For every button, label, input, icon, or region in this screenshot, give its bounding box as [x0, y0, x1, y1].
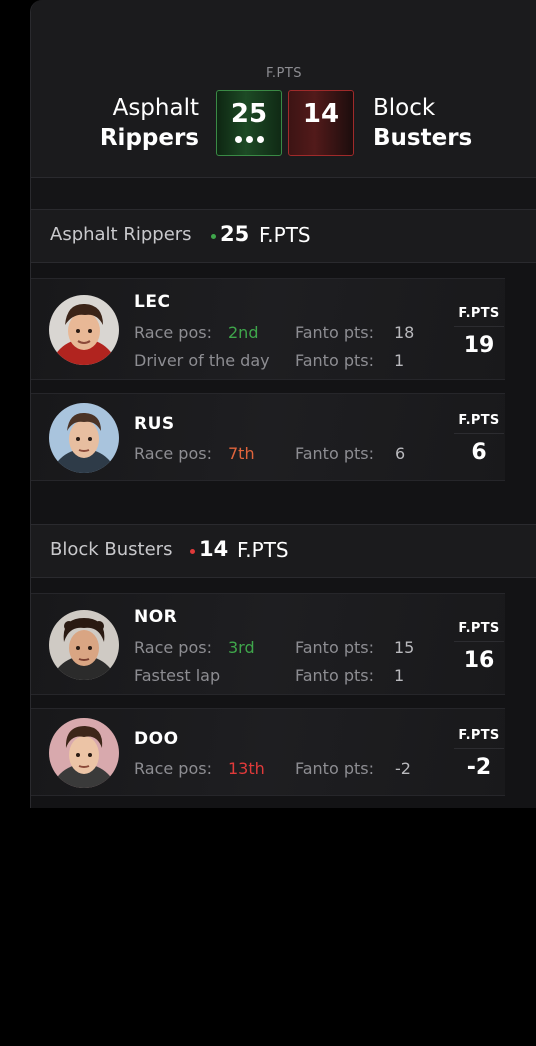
- race-pos-value: 2nd: [228, 323, 259, 342]
- driver-avatar: [49, 403, 119, 473]
- section-team-name: Asphalt Rippers: [50, 224, 192, 245]
- race-pos-value: 3rd: [228, 638, 255, 657]
- driver-card[interactable]: DOO Race pos: 13th Fanto pts: -2 F.PTS -…: [31, 708, 505, 796]
- home-score: 25: [230, 99, 268, 129]
- driver-fpts-value: -2: [466, 755, 492, 780]
- header-fpts-label: F.PTS: [265, 66, 303, 81]
- section-points-unit: F.PTS: [237, 538, 289, 562]
- bonus-label: Driver of the day: [134, 351, 270, 370]
- section-points-unit: F.PTS: [259, 223, 311, 247]
- driver-avatar: [49, 610, 119, 680]
- driver-card[interactable]: RUS Race pos: 7th Fanto pts: 6 F.PTS 6: [31, 393, 505, 481]
- team-section-header: Asphalt Rippers 25 F.PTS: [31, 209, 536, 263]
- race-pos-value: 13th: [228, 759, 265, 778]
- section-team-name: Block Busters: [50, 539, 173, 560]
- race-pos-label: Race pos:: [134, 638, 212, 657]
- fanto-pts-label: Fanto pts:: [295, 666, 374, 685]
- driver-fpts: F.PTS 6: [446, 413, 512, 465]
- driver-card[interactable]: LEC Race pos: 2nd Fanto pts: 18 Driver o…: [31, 278, 505, 380]
- fanto-pts-value: 1: [394, 351, 405, 370]
- race-pos-label: Race pos:: [134, 323, 212, 342]
- match-header: F.PTS Asphalt Rippers 25 14 Block Buster…: [31, 0, 536, 178]
- match-detail-sheet: F.PTS Asphalt Rippers 25 14 Block Buster…: [30, 0, 536, 808]
- team-color-dot: [211, 234, 216, 239]
- driver-fpts-value: 19: [463, 333, 495, 358]
- team-driver-list: NOR Race pos: 3rd Fanto pts: 15 Fastest …: [31, 578, 536, 808]
- driver-code: DOO: [134, 729, 179, 749]
- fanto-pts-value: 6: [395, 444, 406, 463]
- driver-code: LEC: [134, 292, 171, 312]
- fanto-pts-label: Fanto pts:: [295, 323, 374, 342]
- more-icon: [217, 135, 281, 146]
- driver-avatar: [49, 295, 119, 365]
- fanto-pts-label: Fanto pts:: [295, 444, 374, 463]
- team-section-header: Block Busters 14 F.PTS: [31, 524, 536, 578]
- driver-fpts-value: 6: [471, 440, 487, 465]
- section-team-points: 25: [220, 222, 250, 246]
- bonus-label: Fastest lap: [134, 666, 221, 685]
- section-team-points: 14: [199, 537, 229, 561]
- fanto-pts-value: 15: [394, 638, 415, 657]
- away-score-box: 14: [288, 90, 354, 156]
- team-color-dot: [190, 549, 195, 554]
- fanto-pts-value: 18: [394, 323, 415, 342]
- race-pos-value: 7th: [228, 444, 255, 463]
- driver-fpts: F.PTS 16: [446, 621, 512, 673]
- away-team-name: Block Busters: [373, 95, 473, 151]
- driver-fpts: F.PTS 19: [446, 306, 512, 358]
- driver-card[interactable]: NOR Race pos: 3rd Fanto pts: 15 Fastest …: [31, 593, 505, 695]
- driver-code: RUS: [134, 414, 175, 434]
- driver-fpts: F.PTS -2: [446, 728, 512, 780]
- home-score-box: 25: [216, 90, 282, 156]
- race-pos-label: Race pos:: [134, 444, 212, 463]
- driver-fpts-value: 16: [463, 648, 495, 673]
- fanto-pts-value: 1: [394, 666, 405, 685]
- fanto-pts-label: Fanto pts:: [295, 351, 374, 370]
- driver-avatar: [49, 718, 119, 788]
- fanto-pts-label: Fanto pts:: [295, 638, 374, 657]
- fanto-pts-label: Fanto pts:: [295, 759, 374, 778]
- team-driver-list: LEC Race pos: 2nd Fanto pts: 18 Driver o…: [31, 263, 536, 525]
- driver-code: NOR: [134, 607, 178, 627]
- home-team-name: Asphalt Rippers: [99, 95, 199, 151]
- fanto-pts-value: -2: [395, 759, 411, 778]
- away-score: 14: [302, 99, 340, 129]
- race-pos-label: Race pos:: [134, 759, 212, 778]
